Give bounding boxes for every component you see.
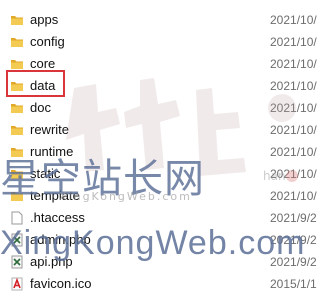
folder-icon [10,189,24,203]
file-list: apps 2021/10/config 2021/10/core 2021/10/da… [0,0,323,291]
file-row[interactable]: admin.php 2021/9/2 [0,230,323,251]
file-date: 2021/10/ [270,79,317,93]
php-file-icon [10,255,24,269]
file-row[interactable]: runtime 2021/10/ [0,142,323,163]
file-row[interactable]: template 2021/10/ [0,186,323,207]
file-date: 2021/10/ [270,145,317,159]
file-row[interactable]: rewrite 2021/10/ [0,120,323,141]
file-row[interactable]: .htaccess 2021/9/2 [0,208,323,229]
file-date: 2021/9/2 [270,233,317,247]
file-date: 2021/10/ [270,101,317,115]
folder-icon [10,57,24,71]
file-date: 2021/10/ [270,123,317,137]
file-name: api.php [30,254,73,269]
file-name: core [30,56,56,71]
file-name: favicon.ico [30,276,92,291]
file-date: 2015/1/1 [270,277,317,291]
folder-icon [10,145,24,159]
file-name: template [30,188,80,203]
file-icon [10,211,24,225]
php-file-icon [10,233,24,247]
folder-icon [10,35,24,49]
file-date: 2021/10/ [270,189,317,203]
ico-file-icon [10,277,24,291]
folder-icon [10,101,24,115]
file-date: 2021/10/ [270,35,317,49]
file-name: doc [30,100,51,115]
file-date: 2021/9/2 [270,255,317,269]
file-date: 2021/10/ [270,57,317,71]
file-date: 2021/10/ [270,167,317,181]
file-name: rewrite [30,122,70,137]
highlight-box-data [6,70,65,97]
file-date: 2021/9/2 [270,211,317,225]
file-name: config [30,34,65,49]
file-row[interactable]: api.php 2021/9/2 [0,252,323,273]
file-name: admin.php [30,232,91,247]
file-name: static [30,166,61,181]
folder-icon [10,167,24,181]
file-row[interactable]: apps 2021/10/ [0,10,323,31]
file-row[interactable]: config 2021/10/ [0,32,323,53]
file-name: apps [30,12,59,27]
file-name: runtime [30,144,74,159]
folder-icon [10,13,24,27]
file-row[interactable]: favicon.ico 2015/1/1 [0,274,323,295]
file-name: .htaccess [30,210,85,225]
folder-icon [10,123,24,137]
file-date: 2021/10/ [270,13,317,27]
file-row[interactable]: static 2021/10/ [0,164,323,185]
file-row[interactable]: doc 2021/10/ [0,98,323,119]
